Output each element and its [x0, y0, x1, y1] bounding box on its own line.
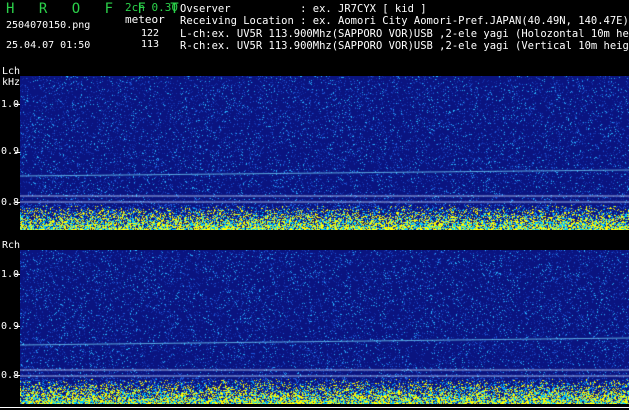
lch-unit: kHz	[2, 77, 21, 88]
file-name: 2504070150.png	[6, 20, 91, 31]
rch-info: R-ch:ex. UV5R 113.900Mhz(SAPPORO VOR)USB…	[180, 40, 629, 52]
rch-label: Rch	[2, 240, 21, 251]
version-label: 2ch 0.30	[125, 1, 178, 14]
lch-info: L-ch:ex. UV5R 113.900Mhz(SAPPORO VOR)USB…	[180, 28, 629, 40]
location-info: Receiving Location : ex. Aomori City Aom…	[180, 15, 629, 27]
lch-waterfall	[20, 76, 629, 230]
bottom-divider	[0, 407, 629, 408]
datetime-label: 25.04.07 01:50	[6, 40, 91, 51]
lch-count: 122	[141, 28, 160, 39]
lch-label: Lch	[2, 66, 21, 77]
rch-count: 113	[141, 39, 160, 50]
mode-label: meteor	[125, 13, 165, 26]
rch-waterfall	[20, 250, 629, 404]
observer-info: Ovserver : ex. JR7CYX [ kid ]	[180, 3, 427, 15]
